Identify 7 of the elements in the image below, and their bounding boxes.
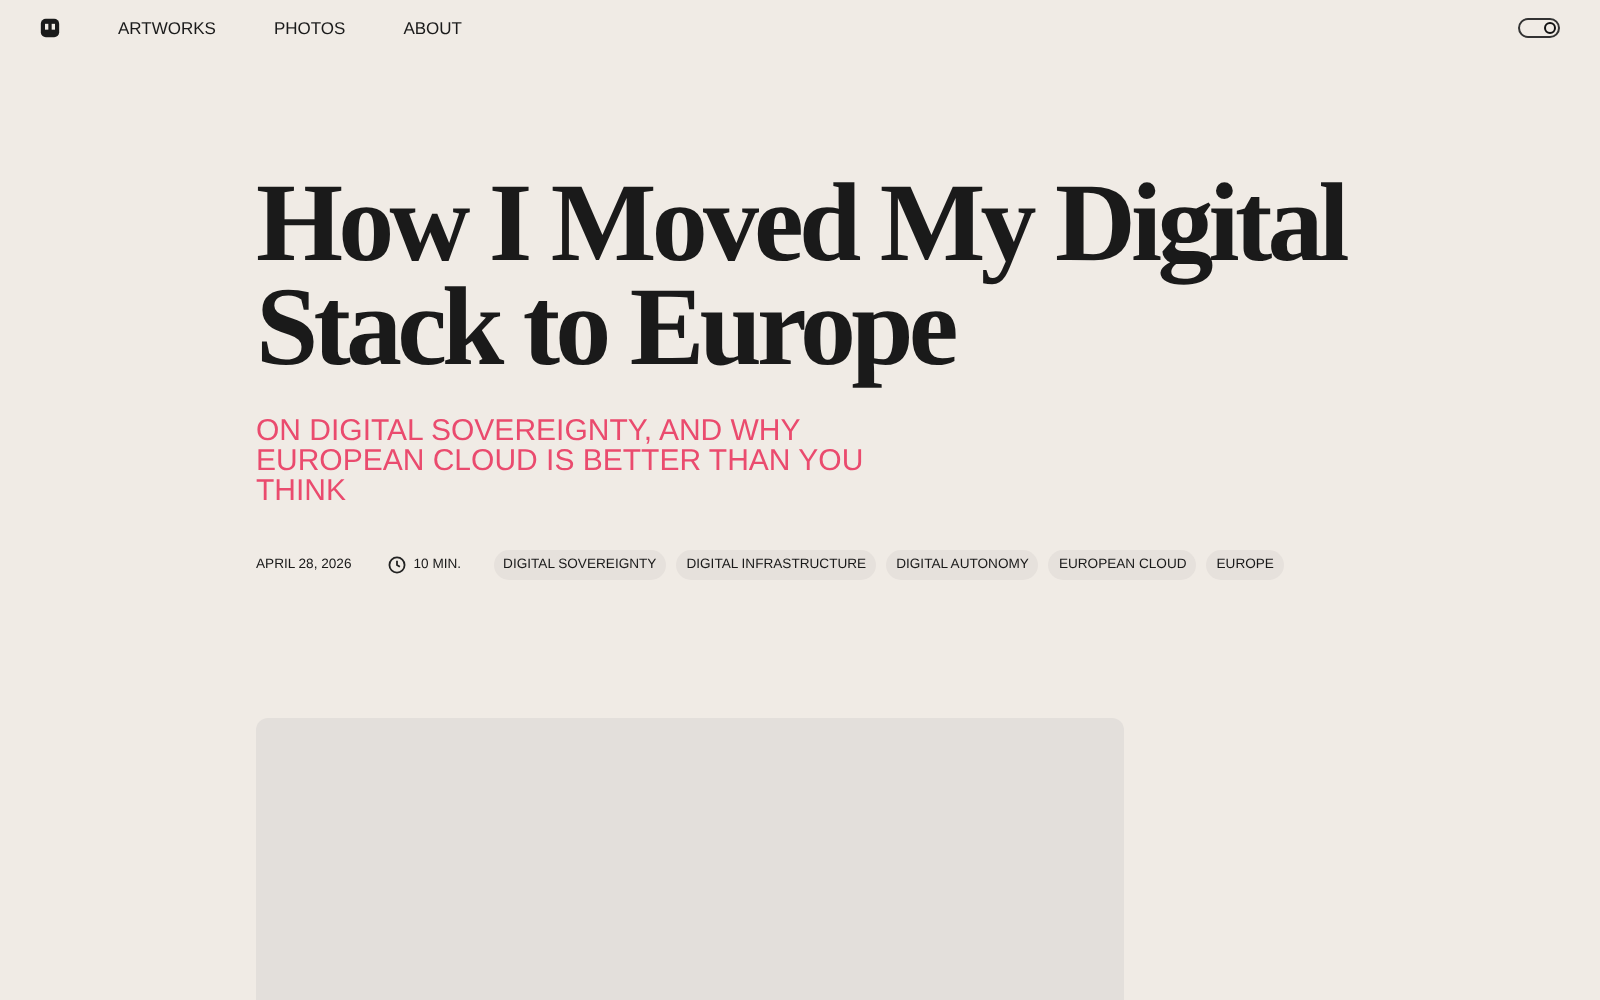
nav-link[interactable]: ARTWORKS xyxy=(118,18,216,38)
logo-icon[interactable] xyxy=(40,18,60,38)
clock-icon xyxy=(387,556,406,574)
article-subtitle: ON DIGITAL SOVEREIGNTY, AND WHY EUROPEAN CLOUD IS BETTER THAN YOU THINK xyxy=(256,416,866,506)
nav-link[interactable]: PHOTOS xyxy=(273,18,346,38)
nav-link[interactable]: ABOUT xyxy=(403,18,462,38)
theme-toggle[interactable] xyxy=(1518,18,1560,38)
